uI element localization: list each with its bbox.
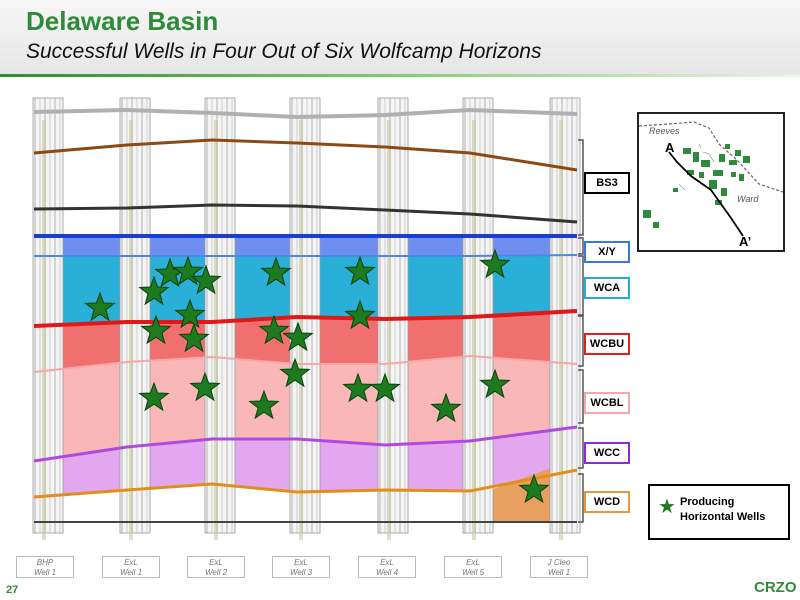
well-type: BHP: [36, 558, 54, 567]
well-log-track: [204, 97, 236, 534]
slide-header: Delaware Basin Successful Wells in Four …: [0, 0, 800, 74]
well-label: BHP Well 1: [16, 556, 74, 578]
well-log-fill: [472, 120, 476, 540]
star-icon: ★: [658, 496, 676, 518]
map-county-reeves: Reeves: [649, 126, 680, 136]
well-log-fill: [129, 120, 133, 540]
well-log-fill: [214, 120, 218, 540]
well-label: ExL Well 1: [102, 556, 160, 578]
well-name: Well 2: [204, 568, 228, 577]
slide-subtitle: Successful Wells in Four Out of Six Wolf…: [26, 40, 542, 63]
legend-label: Producing Horizontal Wells: [680, 496, 766, 523]
zone-label-bs3: BS3: [584, 172, 630, 194]
well-log-track: [119, 97, 151, 534]
slide-title: Delaware Basin: [26, 6, 219, 36]
well-name: Well 4: [375, 568, 399, 577]
well-name: Well 1: [33, 568, 57, 577]
zone-label-xy: X/Y: [584, 241, 630, 263]
zone-label-wca: WCA: [584, 277, 630, 299]
zone-label-wcbl: WCBL: [584, 392, 630, 414]
well-name: Well 3: [289, 568, 313, 577]
well-type: ExL: [380, 558, 394, 567]
map-point-a: A: [665, 140, 675, 155]
cross-section-diagram: [32, 97, 584, 540]
well-label: ExL Well 3: [272, 556, 330, 578]
location-map-svg: Reeves Ward A A’: [639, 121, 783, 249]
well-type: ExL: [466, 558, 480, 567]
header-divider: [0, 74, 800, 77]
location-map: Reeves Ward A A’: [637, 112, 785, 252]
well-type: J Cleo: [547, 558, 571, 567]
page-number: 27: [6, 584, 19, 596]
map-county-ward: Ward: [737, 194, 759, 204]
zone-label-wcbu: WCBU: [584, 333, 630, 355]
well-type: ExL: [209, 558, 223, 567]
legend-box: ★ Producing Horizontal Wells: [648, 484, 790, 540]
company-logo: CRZO: [754, 579, 797, 596]
well-name: Well 1: [119, 568, 143, 577]
well-label: ExL Well 2: [187, 556, 245, 578]
well-label: J Cleo Well 1: [530, 556, 588, 578]
well-log-fill: [559, 120, 563, 540]
map-point-a-prime: A’: [739, 234, 751, 249]
well-log-track: [32, 97, 64, 534]
zone-label-wcd: WCD: [584, 491, 630, 513]
zone-label-wcc: WCC: [584, 442, 630, 464]
well-log-fill: [387, 120, 391, 540]
well-log-track: [549, 97, 581, 534]
well-label: ExL Well 5: [444, 556, 502, 578]
well-label: ExL Well 4: [358, 556, 416, 578]
well-name: Well 1: [547, 568, 571, 577]
well-name: Well 5: [461, 568, 485, 577]
well-log-fill: [42, 120, 46, 540]
well-type: ExL: [124, 558, 138, 567]
well-type: ExL: [294, 558, 308, 567]
well-log-track: [377, 97, 409, 534]
